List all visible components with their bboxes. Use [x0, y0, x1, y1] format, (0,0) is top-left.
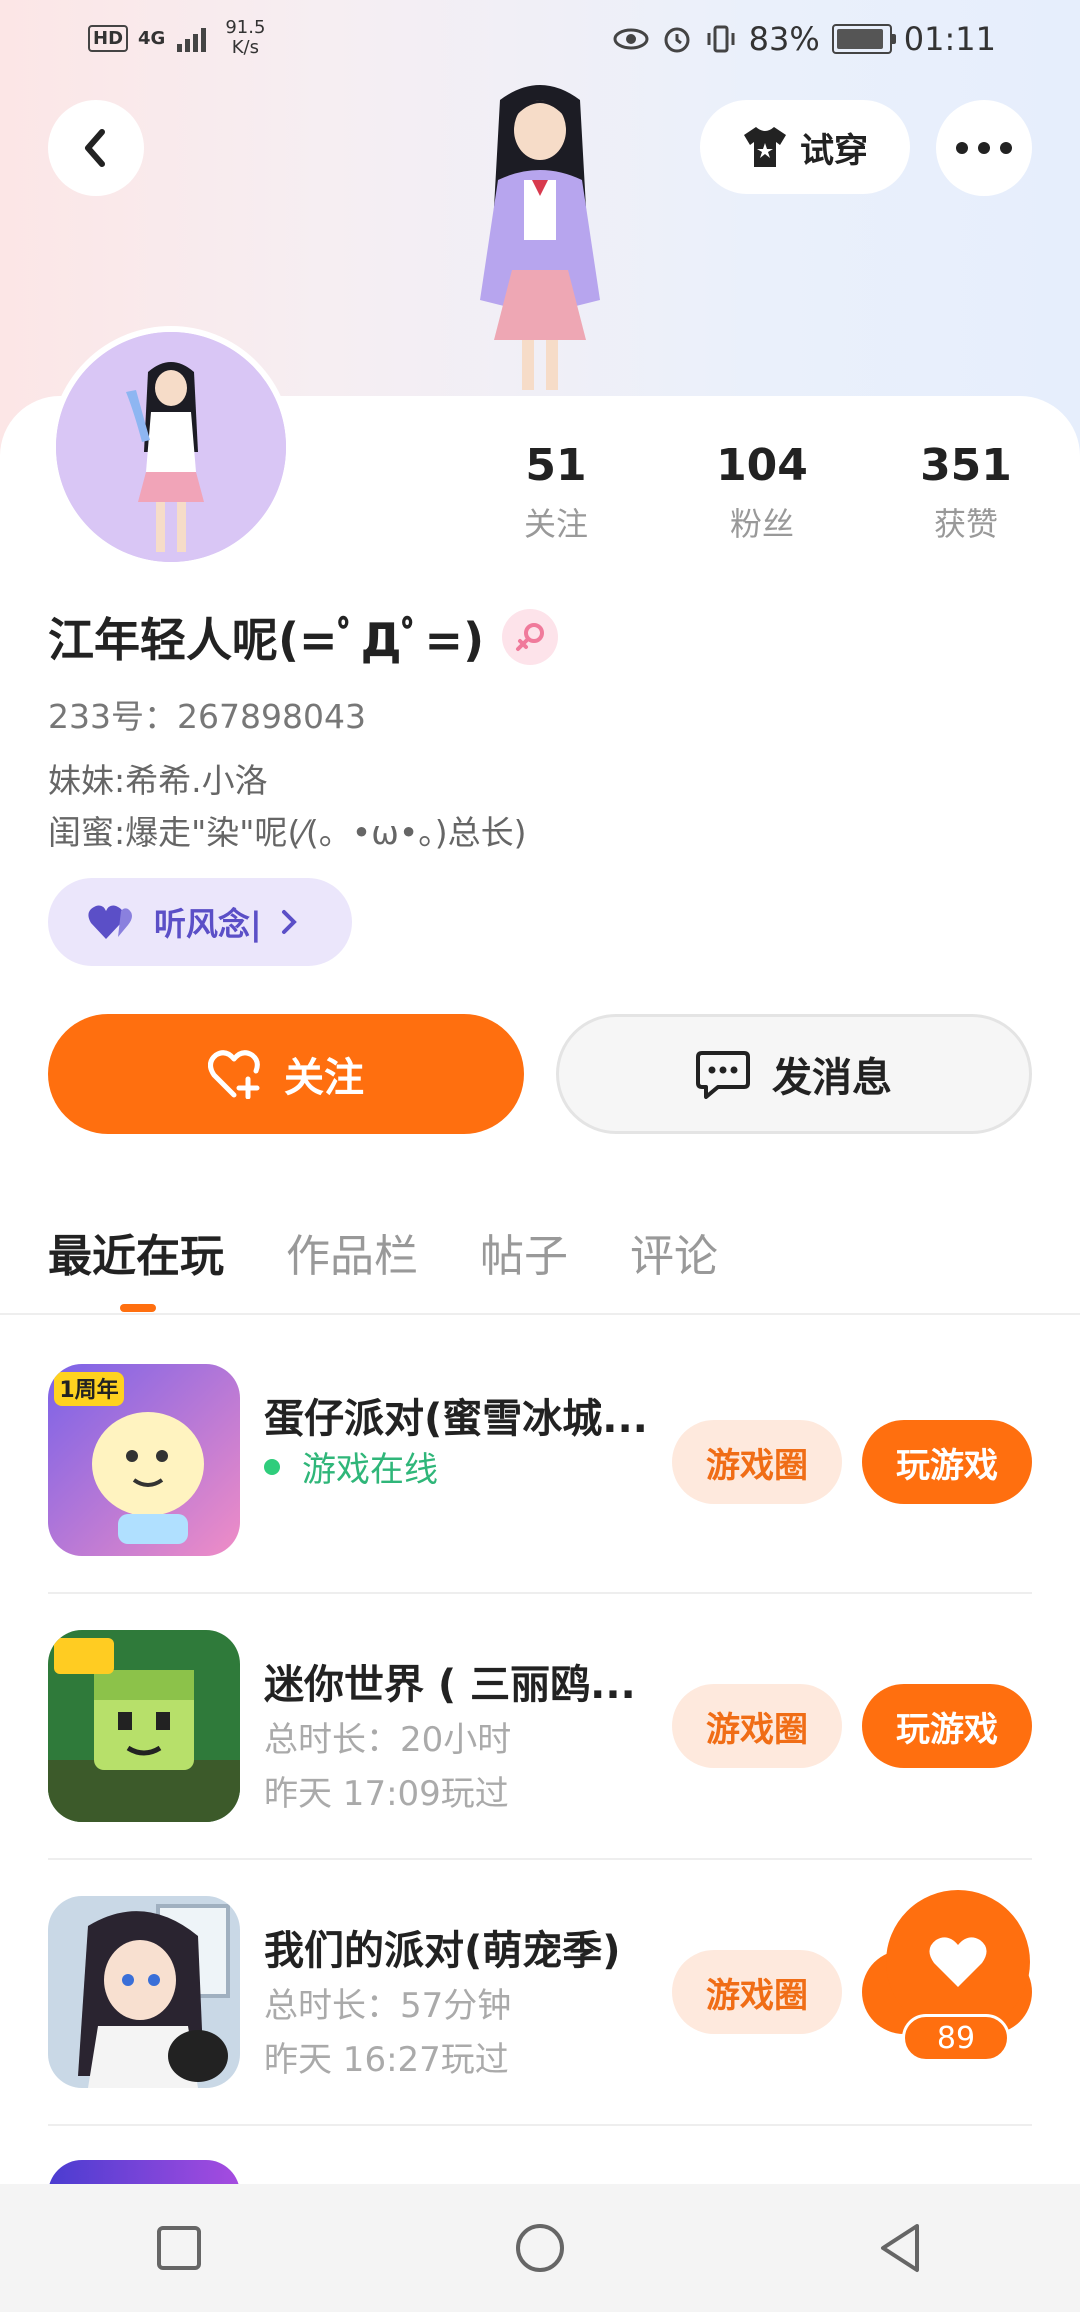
row-divider: [48, 2124, 1032, 2126]
stat-label: 获赞: [933, 505, 998, 543]
shirt-icon: [744, 127, 786, 167]
follow-button[interactable]: 关注: [48, 1014, 524, 1134]
tab-recent[interactable]: 最近在玩: [48, 1220, 224, 1284]
chevron-left-icon: [85, 129, 105, 167]
game-title: 迷你世界 ( 三丽鸥...: [264, 1662, 636, 1708]
play-game-button[interactable]: 玩游戏: [862, 1684, 1032, 1768]
game-circle-button[interactable]: 游戏圈: [672, 1950, 842, 2034]
game-row[interactable]: 1周年 蛋仔派对(蜜雪冰城... 游戏在线 游戏圈 玩游戏: [48, 1334, 1032, 1600]
game-online-status: 游戏在线: [264, 1442, 438, 1491]
game-row[interactable]: 我们的派对(萌宠季) 总时长：57分钟 昨天 16:27玩过 游戏圈: [48, 1866, 1032, 2132]
try-on-button[interactable]: 试穿: [700, 100, 910, 194]
female-icon: [516, 623, 545, 651]
stat-likes[interactable]: 351 获赞: [886, 440, 1046, 545]
message-button[interactable]: 发消息: [556, 1014, 1032, 1134]
bio-line: 妹妹:希希.小洛: [48, 761, 268, 800]
tab-posts[interactable]: 帖子: [480, 1220, 568, 1284]
chevron-right-icon: [281, 910, 297, 934]
online-label: 游戏在线: [302, 1450, 438, 1490]
relation-tag[interactable]: 听风念|: [48, 878, 352, 966]
stat-label: 关注: [523, 505, 588, 543]
online-dot: [264, 1458, 280, 1475]
chat-bubble-icon: [696, 1051, 750, 1099]
heart-icon: [929, 1937, 987, 1987]
game-icon-party-animals: [48, 1896, 240, 2088]
game-duration: 总时长：57分钟: [264, 1986, 512, 2026]
gender-badge: [502, 609, 559, 665]
name-row: 江年轻人呢(=ﾟДﾟ=): [48, 604, 559, 670]
more-button[interactable]: [936, 100, 1032, 196]
battery-icon: [831, 24, 896, 54]
bio: 妹妹:希希.小洛 闺蜜:爆走"染"呢(⁄(。•ω•。)总长): [48, 755, 527, 859]
user-id: 233号：267898043: [48, 697, 366, 736]
avatar-3d-figure[interactable]: [440, 80, 640, 400]
network-indicator: 4G: [138, 27, 166, 49]
back-button[interactable]: [48, 100, 144, 196]
heart-pair-icon: [88, 905, 132, 939]
eye-icon: [613, 28, 649, 50]
circle-icon[interactable]: [514, 2222, 566, 2274]
follow-label: 关注: [284, 1055, 364, 1101]
network-speed: 91.5 K/s: [225, 17, 266, 58]
row-divider: [48, 1858, 1032, 1860]
profile-tabs: 最近在玩 作品栏 帖子 评论: [48, 1220, 780, 1284]
status-bar: HD 4G 91.5 K/s 83% 01:11: [0, 0, 1080, 80]
relation-tag-label: 听风念|: [154, 905, 262, 943]
row-divider: [48, 1592, 1032, 1594]
bio-line: 闺蜜:爆走"染"呢(⁄(。•ω•。)总长): [48, 813, 527, 852]
tab-divider: [0, 1313, 1080, 1315]
signal-icon: [177, 28, 207, 52]
clock: 01:11: [903, 20, 996, 58]
more-dots-icon: [956, 142, 1012, 154]
stat-number: 351: [920, 440, 1012, 491]
stat-number: 51: [525, 440, 587, 491]
stat-number: 104: [716, 440, 808, 491]
stat-label: 粉丝: [729, 505, 794, 543]
vibrate-icon: [707, 25, 735, 53]
like-float-button[interactable]: [886, 1890, 1030, 2034]
game-icon-eggy: 1周年: [48, 1364, 240, 1556]
square-icon[interactable]: [155, 2224, 203, 2272]
game-last-played: 昨天 16:27玩过: [264, 2040, 509, 2080]
tab-comments[interactable]: 评论: [630, 1220, 718, 1284]
game-circle-button[interactable]: 游戏圈: [672, 1684, 842, 1768]
game-title: 蛋仔派对(蜜雪冰城...: [264, 1396, 648, 1442]
tab-works[interactable]: 作品栏: [286, 1220, 418, 1284]
avatar[interactable]: [50, 326, 292, 568]
triangle-back-icon[interactable]: [877, 2222, 925, 2274]
user-name: 江年轻人呢(=ﾟДﾟ=): [48, 613, 485, 667]
system-nav-bar: [0, 2184, 1080, 2312]
hd-indicator: HD: [88, 24, 129, 52]
stat-fans[interactable]: 104 粉丝: [682, 440, 842, 545]
battery-percent: 83%: [748, 20, 820, 58]
like-count-badge: 89: [902, 2014, 1010, 2062]
game-icon-mini-world: [48, 1630, 240, 1822]
game-duration: 总时长：20小时: [264, 1720, 512, 1760]
try-on-label: 试穿: [800, 130, 868, 171]
game-last-played: 昨天 17:09玩过: [264, 1774, 509, 1814]
heart-plus-icon: [208, 1050, 260, 1099]
tab-indicator: [120, 1304, 156, 1312]
play-game-button[interactable]: 玩游戏: [862, 1420, 1032, 1504]
game-title: 我们的派对(萌宠季): [264, 1928, 621, 1974]
game-row[interactable]: 迷你世界 ( 三丽鸥... 总时长：20小时 昨天 17:09玩过 游戏圈 玩游…: [48, 1600, 1032, 1866]
stat-following[interactable]: 51 关注: [476, 440, 636, 545]
alarm-icon: [664, 27, 690, 53]
message-label: 发消息: [772, 1055, 892, 1101]
svg-text:1周年: 1周年: [59, 1377, 118, 1403]
game-circle-button[interactable]: 游戏圈: [672, 1420, 842, 1504]
